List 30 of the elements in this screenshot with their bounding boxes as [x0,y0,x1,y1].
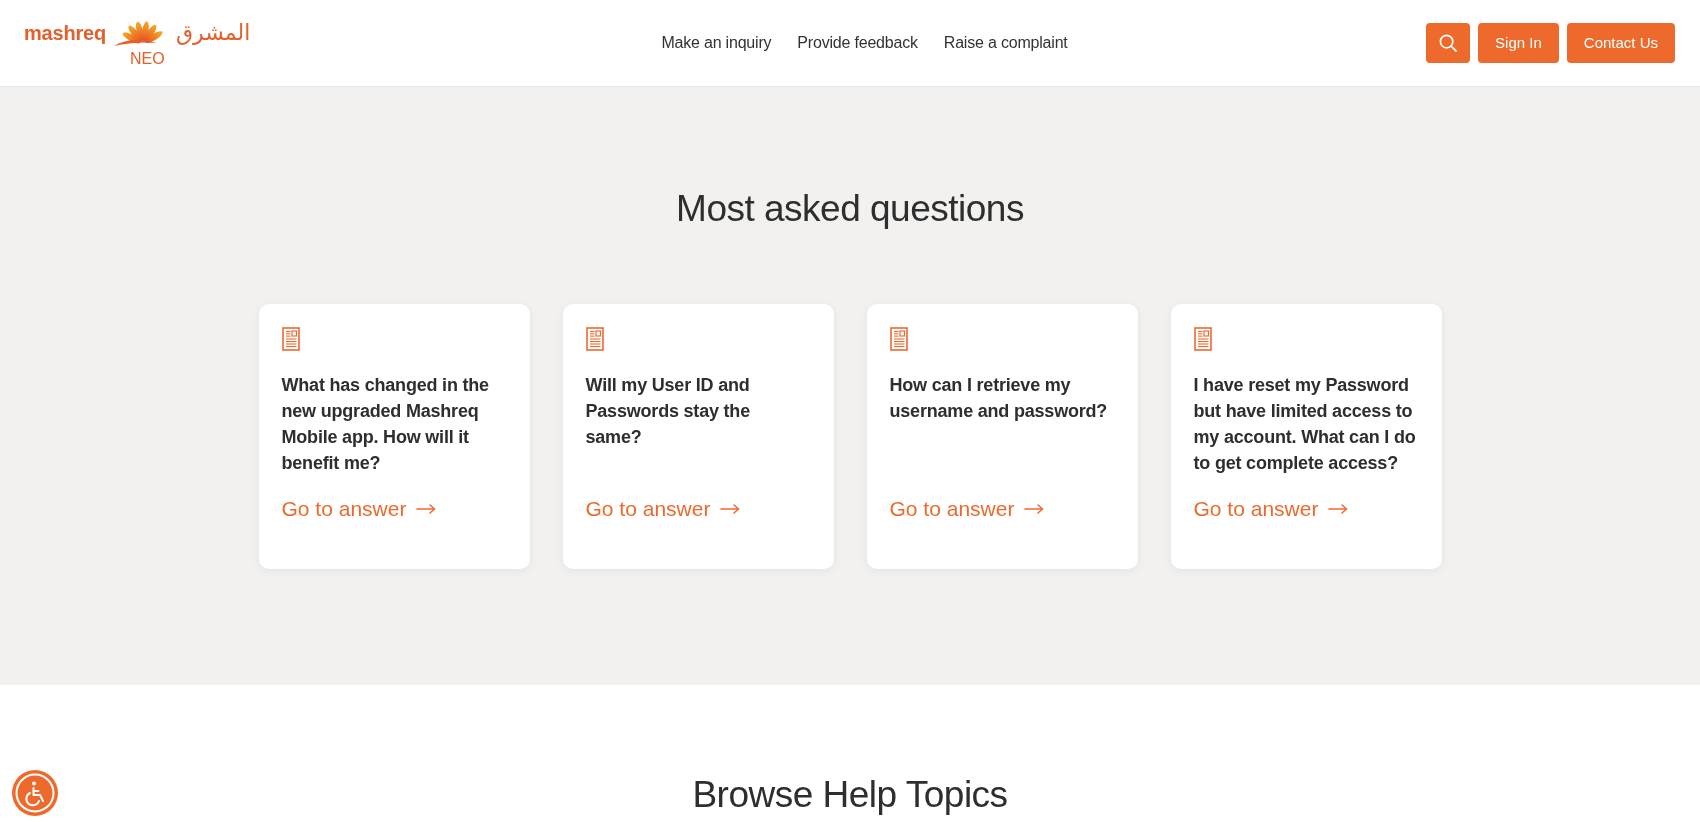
section-heading: Most asked questions [676,187,1024,231]
arrow-right-icon [1328,504,1349,514]
question-text: How can I retrieve my username and password? [889,374,1109,423]
accessibility-button[interactable] [12,770,58,816]
logo-arabic-wordmark: المشرق [176,22,251,44]
document-icon [585,327,604,351]
header-button[interactable]: Contact Us [1566,23,1675,63]
question-text: Will my User ID and Passwords stay the same? [585,374,751,449]
answer-link[interactable]: Go to answer [889,494,1045,524]
nav-link[interactable]: Raise a complaint [943,31,1068,55]
arrow-right-icon [720,504,741,514]
search-icon [1439,34,1458,52]
document-icon [889,327,908,351]
header-button[interactable]: Sign In [1478,23,1559,63]
wheelchair-icon [15,773,55,813]
document-icon [281,327,300,351]
nav-link[interactable]: Make an inquiry [661,31,772,55]
answer-link[interactable]: Go to answer [1193,494,1349,524]
logo-tagline: NEO [130,51,165,67]
section-heading: Browse Help Topics [692,773,1008,817]
document-icon [1193,327,1212,351]
arrow-right-icon [416,504,437,514]
question-text: I have reset my Password but have limited access to my account. What can I do to get complete access? [1193,374,1417,475]
question-text: What has changed in the new upgraded Mashreq Mobile app. How will it benefit me? [281,374,490,475]
nav-link[interactable]: Provide feedback [797,31,918,55]
answer-link[interactable]: Go to answer [281,494,437,524]
search-button[interactable] [1426,23,1471,63]
arrow-right-icon [1024,504,1045,514]
logo-wordmark: mashreq [24,23,106,43]
answer-link[interactable]: Go to answer [585,494,741,524]
